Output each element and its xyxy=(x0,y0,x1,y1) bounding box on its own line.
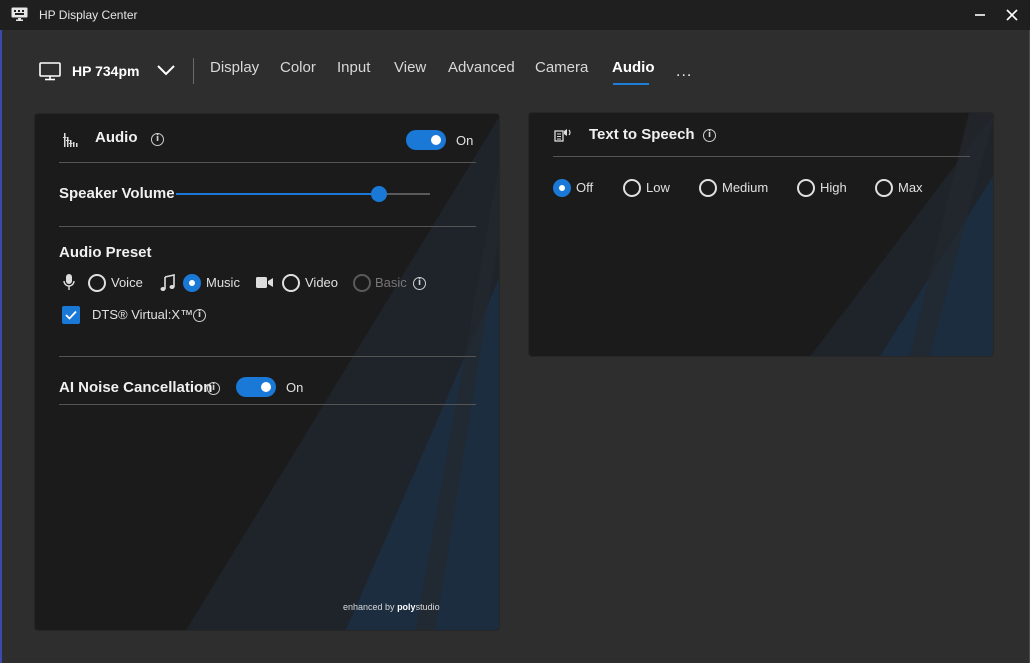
noise-info-icon[interactable]: i xyxy=(207,382,220,395)
preset-voice-radio[interactable] xyxy=(88,274,106,292)
speaker-volume-label: Speaker Volume xyxy=(59,185,175,202)
speaker-volume-fill xyxy=(176,193,379,195)
app-monitor-icon xyxy=(11,7,28,21)
dts-virtual-x-checkbox[interactable] xyxy=(62,306,80,324)
preset-music-radio[interactable] xyxy=(183,274,201,292)
audio-info-icon[interactable]: i xyxy=(151,133,164,146)
dts-info-icon[interactable]: i xyxy=(193,309,206,322)
tts-max-label: Max xyxy=(898,180,923,195)
preset-basic-radio xyxy=(353,274,371,292)
tts-medium-label: Medium xyxy=(722,180,769,195)
tab-audio[interactable]: Audio xyxy=(612,59,655,76)
audio-equalizer-icon xyxy=(63,131,79,152)
minimize-button[interactable] xyxy=(969,4,991,26)
divider xyxy=(59,356,476,357)
music-note-icon xyxy=(160,274,176,297)
audio-section-title: Audio xyxy=(95,129,138,146)
ai-noise-toggle-state: On xyxy=(286,380,304,395)
text-to-speech-icon xyxy=(554,127,572,148)
window-edge-left xyxy=(0,30,2,663)
tts-off-label: Off xyxy=(576,180,594,195)
audio-panel: Audio i On Speaker Volume Audio Preset V… xyxy=(34,113,500,631)
tts-info-icon[interactable]: i xyxy=(703,129,716,142)
tab-camera[interactable]: Camera xyxy=(535,59,588,76)
tts-medium-radio[interactable] xyxy=(699,179,717,197)
dts-virtual-x-label: DTS® Virtual:X™ xyxy=(92,307,194,322)
text-to-speech-panel: Text to Speech i Off Low Medium High Max xyxy=(528,112,994,357)
tts-low-label: Low xyxy=(646,180,670,195)
audio-toggle-state: On xyxy=(456,133,474,148)
preset-video-radio[interactable] xyxy=(282,274,300,292)
device-name: HP 734pm xyxy=(72,63,140,79)
tts-max-radio[interactable] xyxy=(875,179,893,197)
title-bar: HP Display Center xyxy=(0,0,1030,30)
preset-voice-label: Voice xyxy=(111,275,143,290)
audio-preset-label: Audio Preset xyxy=(59,244,152,261)
tab-color[interactable]: Color xyxy=(280,59,316,76)
window-title: HP Display Center xyxy=(39,8,138,22)
close-icon xyxy=(1006,9,1018,21)
preset-info-icon[interactable]: i xyxy=(413,277,426,290)
text-to-speech-title: Text to Speech xyxy=(589,126,695,143)
nav-divider xyxy=(193,58,194,84)
poly-studio-brand: enhanced by polystudio xyxy=(343,602,440,612)
microphone-icon xyxy=(62,273,76,296)
divider xyxy=(59,404,476,405)
tab-display[interactable]: Display xyxy=(210,59,259,76)
preset-music-label: Music xyxy=(206,275,240,290)
tab-input[interactable]: Input xyxy=(337,59,370,76)
monitor-icon xyxy=(39,62,61,86)
brand-prefix: enhanced by xyxy=(343,602,395,612)
tts-high-label: High xyxy=(820,180,847,195)
tts-off-radio[interactable] xyxy=(553,179,571,197)
brand-studio: studio xyxy=(415,602,440,612)
tts-low-radio[interactable] xyxy=(623,179,641,197)
device-dropdown-chevron-icon[interactable] xyxy=(156,63,176,82)
more-tabs-button[interactable]: ... xyxy=(676,63,692,81)
divider xyxy=(59,226,476,227)
divider xyxy=(59,162,476,163)
preset-video-label: Video xyxy=(305,275,339,290)
ai-noise-cancellation-toggle[interactable] xyxy=(236,377,276,397)
navigation-bar xyxy=(0,30,1030,106)
tts-high-radio[interactable] xyxy=(797,179,815,197)
speaker-volume-slider-thumb[interactable] xyxy=(371,186,387,202)
ai-noise-cancellation-label: AI Noise Cancellation xyxy=(59,379,213,396)
divider xyxy=(553,156,970,157)
checkmark-icon xyxy=(65,310,77,320)
close-button[interactable] xyxy=(1001,4,1023,26)
minimize-icon xyxy=(975,14,985,16)
tab-view[interactable]: View xyxy=(394,59,426,76)
active-tab-indicator xyxy=(613,83,649,85)
video-camera-icon xyxy=(256,276,274,294)
tab-advanced[interactable]: Advanced xyxy=(448,59,515,76)
audio-toggle[interactable] xyxy=(406,130,446,150)
preset-basic-label: Basic xyxy=(375,275,407,290)
brand-poly: poly xyxy=(397,602,416,612)
